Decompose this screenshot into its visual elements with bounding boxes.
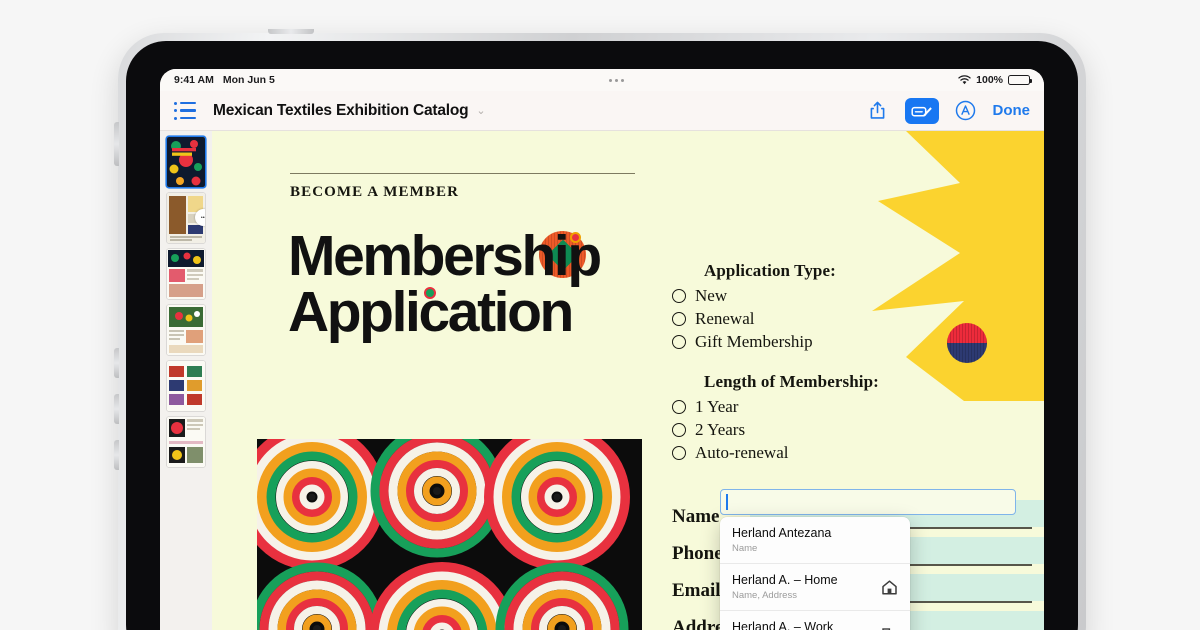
heading-line-1: Membership xyxy=(288,224,602,288)
radio-label-2years: 2 Years xyxy=(695,419,746,439)
autofill-circle-a-icon[interactable] xyxy=(955,100,977,122)
radio-1-year[interactable]: 1 Year xyxy=(672,395,1022,418)
radio-label-new: New xyxy=(695,285,728,305)
wifi-icon xyxy=(958,75,971,85)
form-options: Application Type: New Renewal Gift Membe… xyxy=(672,261,1022,464)
office-building-icon xyxy=(881,626,898,630)
toolbar-actions: Done xyxy=(867,97,1031,124)
radio-label-1year: 1 Year xyxy=(695,396,739,416)
thumbnail-page-2[interactable]: ••• xyxy=(167,193,205,243)
radio-circle-icon[interactable] xyxy=(672,288,686,303)
thumbnail-page-6[interactable] xyxy=(167,417,205,467)
radio-label-autorenewal: Auto-renewal xyxy=(695,442,789,462)
screenshot-stage: 9:41 AM Mon Jun 5 100% Mexican Textiles … xyxy=(0,0,1200,630)
thumbnail-badge: ••• xyxy=(195,209,205,226)
document-heading: Membership Application xyxy=(288,228,688,341)
name-input[interactable] xyxy=(720,489,1016,515)
kicker-label: BECOME A MEMBER xyxy=(290,184,460,200)
volume-down-button[interactable] xyxy=(114,394,119,424)
chevron-down-icon[interactable]: ⌄ xyxy=(476,104,485,117)
status-bar-center xyxy=(275,78,958,82)
status-bar: 9:41 AM Mon Jun 5 100% xyxy=(160,69,1044,91)
concentric-circles-artwork xyxy=(257,439,642,630)
top-button[interactable] xyxy=(268,29,314,34)
radio-circle-icon[interactable] xyxy=(672,422,686,437)
thumbnail-sidebar[interactable]: ••• xyxy=(160,131,212,630)
radio-circle-icon[interactable] xyxy=(672,334,686,349)
autofill-subtitle: Name, Address xyxy=(732,589,797,601)
status-bar-right: 100% xyxy=(958,74,1033,86)
autofill-dropdown[interactable]: Herland Antezana Name Herland A. – Home … xyxy=(720,517,910,630)
volume-up-button[interactable] xyxy=(114,348,119,378)
ipad-screen: 9:41 AM Mon Jun 5 100% Mexican Textiles … xyxy=(160,69,1044,630)
radio-2-years[interactable]: 2 Years xyxy=(672,418,1022,441)
power-button[interactable] xyxy=(114,122,119,166)
document-page: BECOME A MEMBER Membership Application A… xyxy=(212,131,1044,630)
status-date: Mon Jun 5 xyxy=(222,74,275,86)
application-type-heading: Application Type: xyxy=(704,261,836,280)
length-heading: Length of Membership: xyxy=(704,372,879,391)
autofill-item-contact[interactable]: Herland Antezana Name xyxy=(720,517,910,564)
radio-renewal[interactable]: Renewal xyxy=(672,307,1022,330)
radio-new[interactable]: New xyxy=(672,284,1022,307)
share-icon[interactable] xyxy=(867,100,889,122)
radio-gift-membership[interactable]: Gift Membership xyxy=(672,330,1022,353)
radio-label-renewal: Renewal xyxy=(695,308,755,328)
autofill-title: Herland A. – Work xyxy=(732,619,834,630)
radio-circle-icon[interactable] xyxy=(672,311,686,326)
side-button-extra[interactable] xyxy=(114,440,119,470)
thumbnail-page-5[interactable] xyxy=(167,361,205,411)
battery-full-icon xyxy=(1008,75,1033,85)
autofill-item-home[interactable]: Herland A. – Home Name, Address xyxy=(720,564,910,611)
battery-percent-label: 100% xyxy=(976,74,1003,86)
autofill-subtitle: Name xyxy=(732,542,758,554)
kicker-rule xyxy=(290,173,635,175)
page-title: Mexican Textiles Exhibition Catalog xyxy=(213,101,469,119)
content-area: ••• xyxy=(160,131,1044,630)
multitasking-dots-icon[interactable] xyxy=(608,78,624,82)
autofill-item-work[interactable]: Herland A. – Work Name, Address xyxy=(720,611,910,630)
home-icon xyxy=(881,579,898,596)
radio-circle-icon[interactable] xyxy=(672,445,686,460)
autofill-title: Herland A. – Home xyxy=(732,572,838,587)
status-bar-left: 9:41 AM Mon Jun 5 xyxy=(174,74,275,86)
done-button[interactable]: Done xyxy=(993,102,1031,119)
radio-label-gift: Gift Membership xyxy=(695,331,813,351)
autofill-title: Herland Antezana xyxy=(732,526,832,540)
status-time: 9:41 AM xyxy=(174,74,214,86)
radio-circle-icon[interactable] xyxy=(672,399,686,414)
thumbnail-page-3[interactable] xyxy=(167,249,205,299)
thumbnail-page-4[interactable] xyxy=(167,305,205,355)
text-cursor xyxy=(726,494,728,510)
app-toolbar: Mexican Textiles Exhibition Catalog ⌄ Do… xyxy=(160,91,1044,131)
thumbnail-page-1[interactable] xyxy=(167,137,205,187)
radio-auto-renewal[interactable]: Auto-renewal xyxy=(672,441,1022,464)
markup-pen-icon[interactable] xyxy=(904,97,939,124)
heading-dot-1 xyxy=(570,232,581,243)
sidebar-list-icon[interactable] xyxy=(174,101,196,120)
